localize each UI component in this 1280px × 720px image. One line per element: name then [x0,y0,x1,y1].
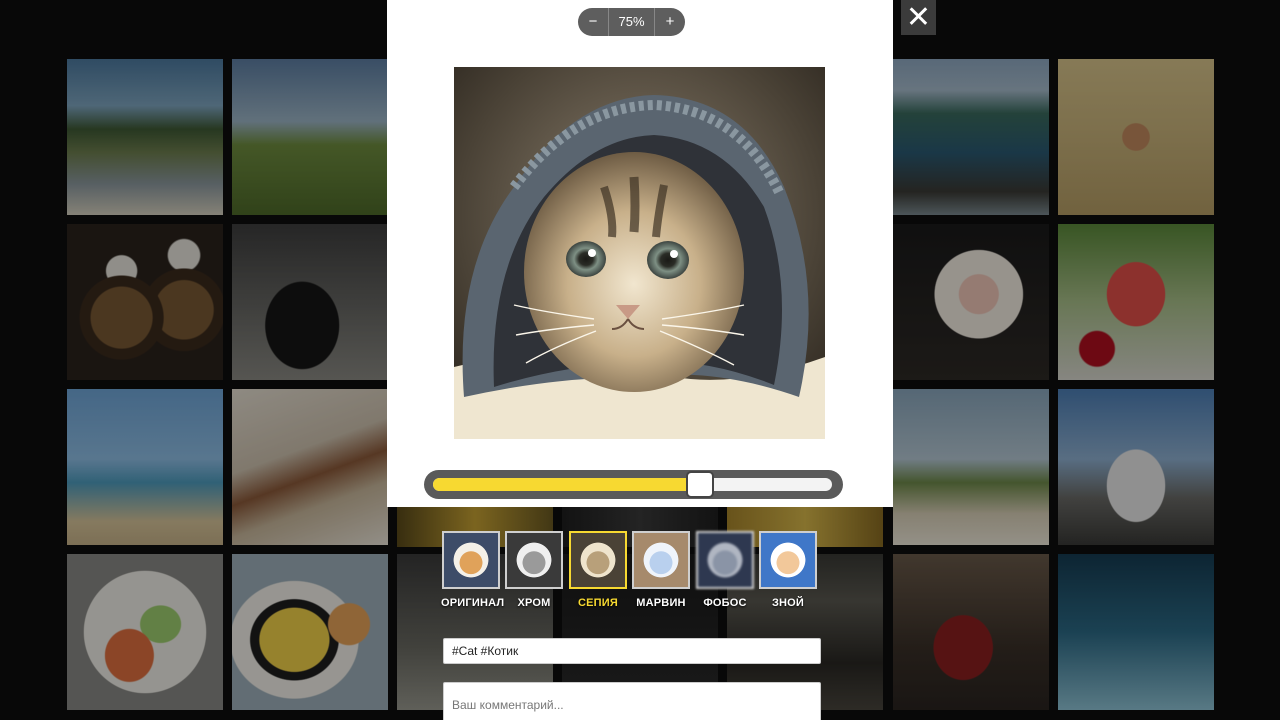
edited-photo-kitten [454,67,825,439]
filter-phobos[interactable]: ФОБОС [695,531,755,609]
zoom-in-button[interactable]: + [655,8,685,36]
filter-thumb [696,531,754,589]
zoom-level: 75% [608,8,655,36]
filter-chrome[interactable]: ХРОМ [504,531,564,609]
filter-label: ЗНОЙ [771,597,805,609]
filter-thumb [759,531,817,589]
intensity-slider[interactable] [424,470,843,499]
close-button[interactable]: ✕ [901,0,936,35]
comment-field[interactable] [443,682,821,720]
zoom-control: − 75% + [578,8,685,36]
gallery-photo-girl-beach[interactable] [1058,59,1214,215]
filter-thumb [442,531,500,589]
tags-input[interactable] [443,638,821,664]
gallery-photo-dessert[interactable] [893,224,1049,380]
filter-label: ХРОМ [517,597,551,609]
slider-track [433,478,832,491]
gallery-photo-drink[interactable] [1058,224,1214,380]
filter-original[interactable]: ОРИГИНАЛ [441,531,505,609]
gallery-photo-sports-car[interactable] [232,224,388,380]
filter-heat[interactable]: ЗНОЙ [758,531,818,609]
gallery-photo-blue-room[interactable] [1058,554,1214,710]
slider-fill [433,478,701,491]
gallery-photo-dunes[interactable] [893,389,1049,545]
filter-label: ОРИГИНАЛ [441,597,505,609]
gallery-photo-rocky-coast[interactable] [893,59,1049,215]
gallery-photo-snowman-soup[interactable] [67,224,223,380]
gallery-photo-red-car[interactable] [893,554,1049,710]
zoom-out-button[interactable]: − [578,8,608,36]
slider-handle[interactable] [686,471,715,498]
gallery-photo-white-car[interactable] [1058,389,1214,545]
gallery-photo-sushi-cat[interactable] [232,554,388,710]
gallery-photo-plane-beach[interactable] [67,389,223,545]
filter-label: ФОБОС [703,597,747,609]
filter-marvin[interactable]: МАРВИН [631,531,691,609]
gallery-photo-road-sign[interactable] [232,59,388,215]
filter-thumb [505,531,563,589]
filter-sepia[interactable]: СЕПИЯ [568,531,628,609]
photo-editor-panel: − 75% + [387,0,893,507]
filter-label: СЕПИЯ [578,597,618,609]
gallery-photo-beach-resort[interactable] [67,59,223,215]
filter-thumb [632,531,690,589]
filter-list: ОРИГИНАЛ ХРОМ СЕПИЯ МАРВИН ФОБОС ЗНОЙ [441,531,821,613]
filter-thumb [569,531,627,589]
gallery-photo-wooden-tray[interactable] [232,389,388,545]
filter-label: МАРВИН [636,597,686,609]
kitten-image [454,67,825,439]
gallery-photo-sushi-plate[interactable] [67,554,223,710]
